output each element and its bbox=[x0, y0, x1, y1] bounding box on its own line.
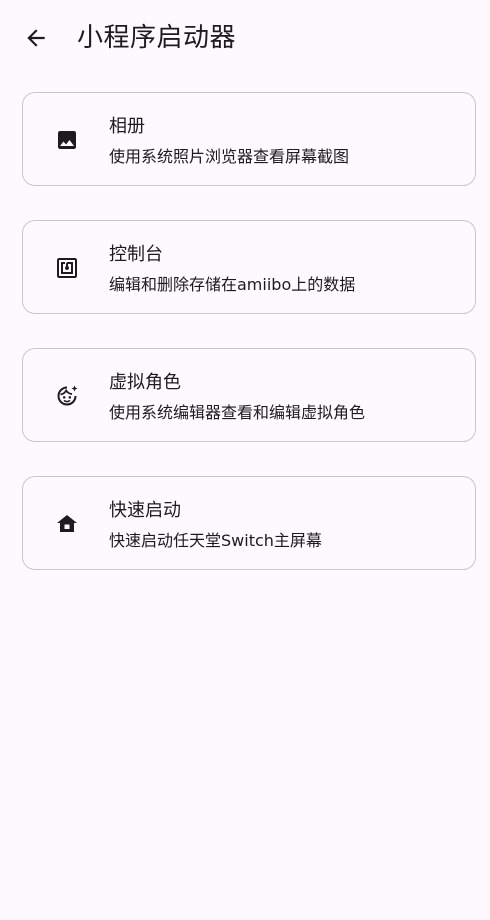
card-album[interactable]: 相册 使用系统照片浏览器查看屏幕截图 bbox=[22, 92, 476, 186]
card-description: 使用系统编辑器查看和编辑虚拟角色 bbox=[109, 403, 366, 422]
card-console[interactable]: 控制台 编辑和删除存储在amiibo上的数据 bbox=[22, 220, 476, 314]
card-avatar[interactable]: 虚拟角色 使用系统编辑器查看和编辑虚拟角色 bbox=[22, 348, 476, 442]
card-description: 使用系统照片浏览器查看屏幕截图 bbox=[109, 147, 350, 166]
card-description: 快速启动任天堂Switch主屏幕 bbox=[109, 531, 322, 550]
home-icon bbox=[55, 512, 79, 536]
top-app-bar: 小程序启动器 bbox=[0, 0, 490, 76]
nfc-icon bbox=[55, 256, 79, 280]
back-button[interactable] bbox=[14, 18, 58, 58]
card-title: 相册 bbox=[109, 116, 145, 137]
image-icon bbox=[55, 128, 79, 152]
arrow-back-icon bbox=[27, 29, 45, 47]
page-title: 小程序启动器 bbox=[77, 23, 237, 53]
card-title: 虚拟角色 bbox=[109, 372, 181, 393]
card-description: 编辑和删除存储在amiibo上的数据 bbox=[109, 275, 356, 294]
card-title: 快速启动 bbox=[109, 500, 181, 521]
card-quick-launch[interactable]: 快速启动 快速启动任天堂Switch主屏幕 bbox=[22, 476, 476, 570]
face-sparkle-icon bbox=[55, 384, 79, 408]
card-title: 控制台 bbox=[109, 244, 163, 265]
